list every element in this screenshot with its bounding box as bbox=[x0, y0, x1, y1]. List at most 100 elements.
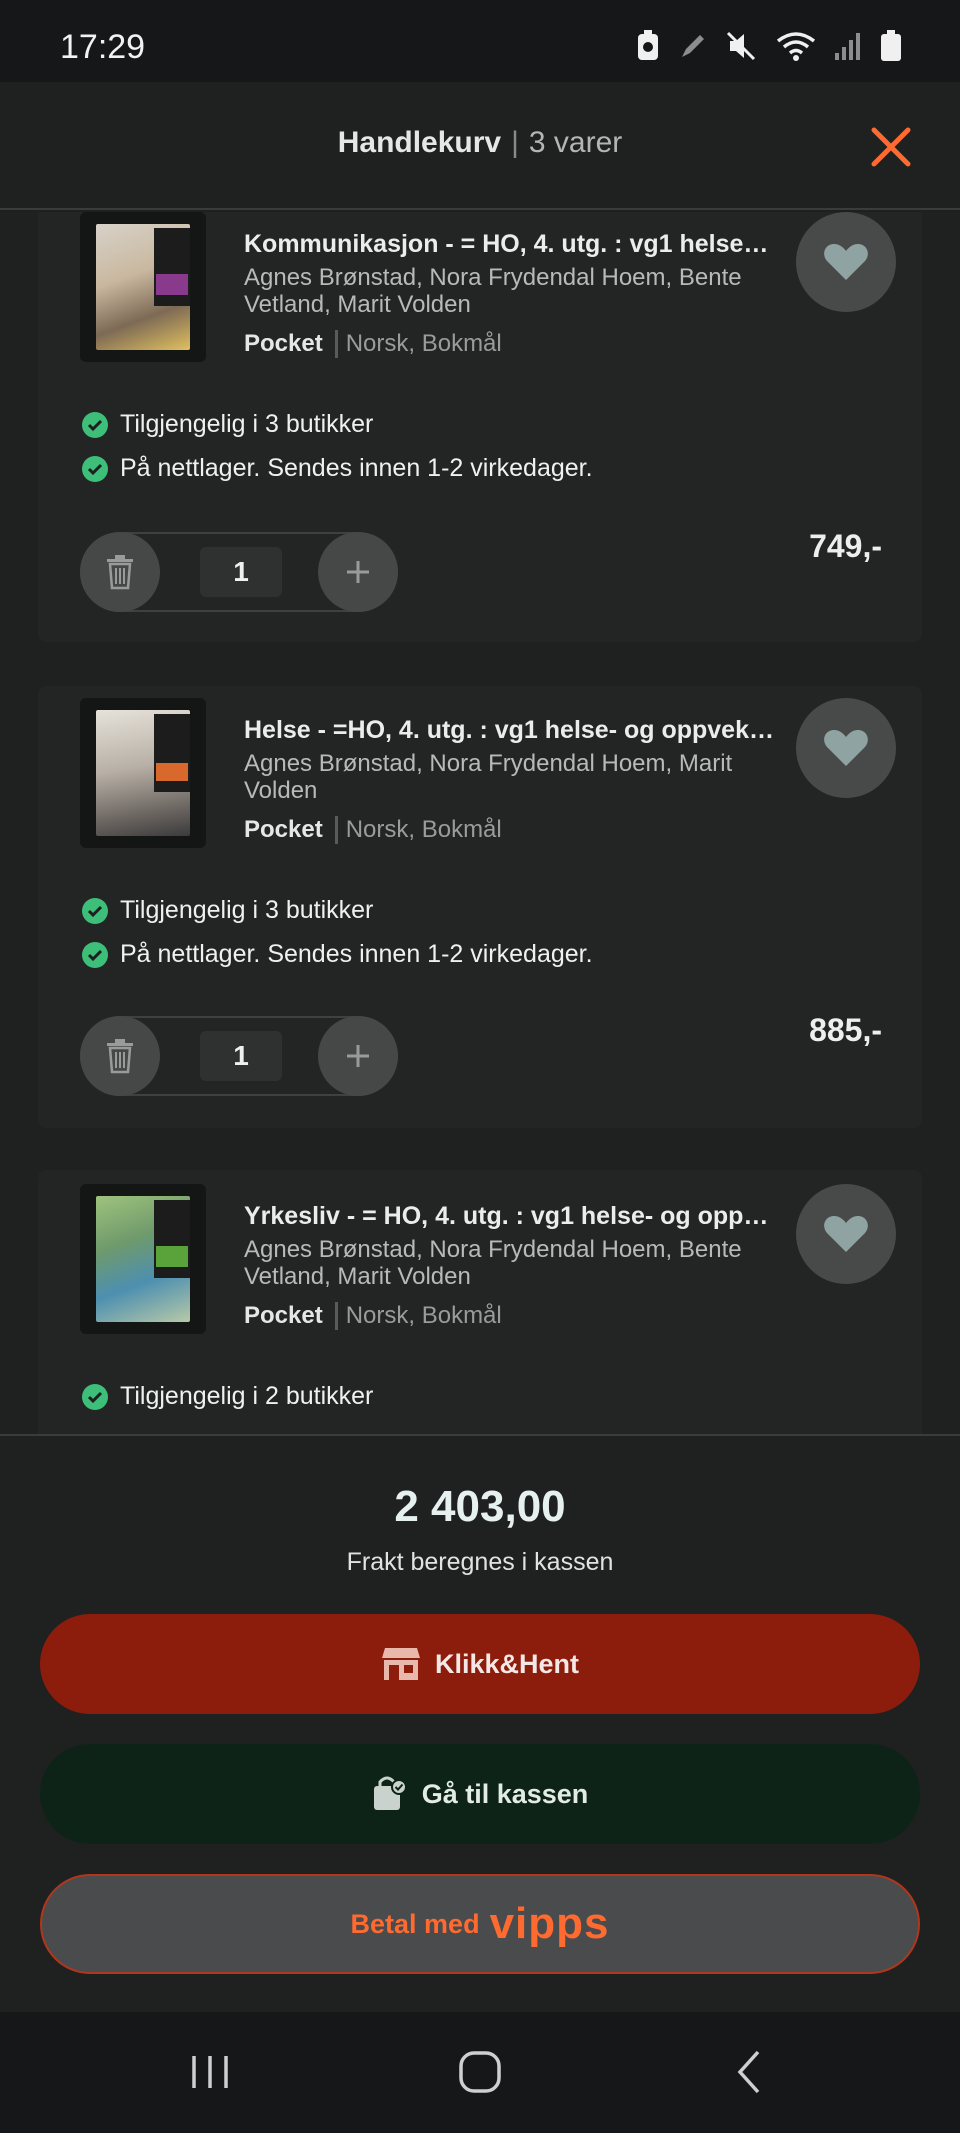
format-separator bbox=[334, 330, 338, 358]
item-format: Pocket bbox=[244, 330, 323, 357]
availability-text: Tilgjengelig i 3 butikker bbox=[120, 896, 374, 924]
checkout-footer: 2 403,00 Frakt beregnes i kassen Klikk&H… bbox=[0, 1434, 960, 2012]
back-icon bbox=[737, 2050, 760, 2094]
cart-total: 2 403,00 bbox=[394, 1482, 566, 1531]
plus-icon bbox=[347, 561, 369, 583]
quantity-value[interactable]: 1 bbox=[200, 547, 282, 597]
heart-icon bbox=[824, 1216, 868, 1252]
checkout-label: Gå til kassen bbox=[421, 1778, 589, 1809]
item-language: Norsk, Bokmål bbox=[345, 816, 502, 843]
quantity-value[interactable]: 1 bbox=[200, 1031, 282, 1081]
item-authors: Agnes Brønstad, Nora Frydendal Hoem, Ben… bbox=[244, 1236, 742, 1290]
heart-icon bbox=[824, 730, 868, 766]
check-icon bbox=[82, 411, 108, 438]
cover-color-stripe bbox=[156, 762, 188, 781]
heart-icon bbox=[824, 244, 868, 280]
increase-quantity-button[interactable] bbox=[318, 1016, 398, 1096]
availability-text: Tilgjengelig i 3 butikker bbox=[120, 410, 374, 438]
status-icons bbox=[636, 30, 902, 67]
item-authors: Agnes Brønstad, Nora Frydendal Hoem, Mar… bbox=[244, 750, 733, 804]
mute-icon bbox=[726, 31, 758, 66]
battery-saver-icon bbox=[636, 30, 660, 67]
check-icon bbox=[82, 1383, 108, 1410]
item-title[interactable]: Yrkesliv - = HO, 4. utg. : vg1 helse- og… bbox=[244, 1202, 774, 1231]
availability-stores: Tilgjengelig i 2 butikker bbox=[82, 1382, 373, 1411]
cover-color-stripe bbox=[156, 274, 188, 295]
availability-web: På nettlager. Sendes innen 1-2 virkedage… bbox=[82, 940, 593, 969]
battery-icon bbox=[880, 30, 902, 67]
klikk-hent-label: Klikk&Hent bbox=[434, 1648, 580, 1679]
store-icon bbox=[381, 1646, 421, 1682]
shipping-note: Frakt beregnes i kassen bbox=[346, 1548, 614, 1576]
page-title: Handlekurv | 3 varer bbox=[0, 126, 960, 160]
item-price: 749,- bbox=[809, 528, 882, 564]
availability-web: På nettlager. Sendes innen 1-2 virkedage… bbox=[82, 454, 593, 483]
klikk-hent-button[interactable]: Klikk&Hent bbox=[40, 1614, 920, 1714]
cover-image bbox=[96, 1196, 190, 1322]
trash-icon bbox=[107, 1039, 133, 1074]
item-language: Norsk, Bokmål bbox=[345, 330, 502, 357]
cart-header: Handlekurv | 3 varer bbox=[0, 82, 960, 210]
shopping-bag-icon bbox=[372, 1776, 408, 1812]
title-separator: | bbox=[511, 126, 519, 159]
book-cover[interactable] bbox=[80, 698, 206, 848]
item-price: 885,- bbox=[809, 1012, 882, 1048]
item-format: Pocket bbox=[244, 1302, 323, 1329]
item-count: 3 varer bbox=[528, 126, 623, 159]
cart-item: Kommunikasjon - = HO, 4. utg. : vg1 hels… bbox=[38, 212, 922, 642]
trash-icon bbox=[107, 555, 133, 590]
item-format-row: Pocket Norsk, Bokmål bbox=[244, 816, 502, 844]
quantity-stepper: 1 bbox=[80, 1016, 398, 1096]
delete-item-button[interactable] bbox=[80, 532, 160, 612]
favorite-button[interactable] bbox=[796, 698, 896, 798]
recent-apps-button[interactable] bbox=[180, 2042, 240, 2102]
cart-item-list[interactable]: Kommunikasjon - = HO, 4. utg. : vg1 hels… bbox=[0, 212, 960, 1434]
wifi-icon bbox=[776, 31, 816, 66]
availability-stores: Tilgjengelig i 3 butikker bbox=[82, 410, 373, 439]
cover-image bbox=[96, 710, 190, 836]
check-icon bbox=[82, 941, 108, 968]
check-icon bbox=[82, 897, 108, 924]
signal-icon bbox=[834, 31, 862, 66]
plus-icon bbox=[347, 1045, 369, 1067]
book-cover[interactable] bbox=[80, 212, 206, 362]
vipps-logo: vipps bbox=[489, 1899, 610, 1948]
vipps-prefix-label: Betal med bbox=[350, 1908, 480, 1939]
status-bar: 17:29 bbox=[0, 0, 960, 82]
item-format: Pocket bbox=[244, 816, 323, 843]
format-separator bbox=[334, 816, 338, 844]
item-format-row: Pocket Norsk, Bokmål bbox=[244, 1302, 502, 1330]
home-button[interactable] bbox=[450, 2042, 510, 2102]
favorite-button[interactable] bbox=[796, 1184, 896, 1284]
item-authors: Agnes Brønstad, Nora Frydendal Hoem, Ben… bbox=[244, 264, 742, 318]
book-cover[interactable] bbox=[80, 1184, 206, 1334]
cover-image bbox=[96, 224, 190, 350]
delete-item-button[interactable] bbox=[80, 1016, 160, 1096]
back-button[interactable] bbox=[720, 2042, 780, 2102]
item-title[interactable]: Kommunikasjon - = HO, 4. utg. : vg1 hels… bbox=[244, 230, 774, 259]
cart-item: Yrkesliv - = HO, 4. utg. : vg1 helse- og… bbox=[38, 1170, 922, 1434]
recent-apps-icon bbox=[192, 2056, 228, 2088]
item-language: Norsk, Bokmål bbox=[345, 1302, 502, 1329]
cover-color-stripe bbox=[156, 1246, 188, 1267]
close-icon bbox=[871, 127, 911, 167]
cart-title: Handlekurv bbox=[337, 126, 502, 159]
close-button[interactable] bbox=[870, 126, 912, 168]
item-title[interactable]: Helse - =HO, 4. utg. : vg1 helse- og opp… bbox=[244, 716, 774, 745]
cart-item: Helse - =HO, 4. utg. : vg1 helse- og opp… bbox=[38, 686, 922, 1128]
increase-quantity-button[interactable] bbox=[318, 532, 398, 612]
checkout-button[interactable]: Gå til kassen bbox=[40, 1744, 920, 1844]
availability-text: På nettlager. Sendes innen 1-2 virkedage… bbox=[120, 454, 593, 482]
format-separator bbox=[334, 1302, 338, 1330]
pen-icon bbox=[678, 31, 708, 66]
pay-with-vipps-button[interactable]: Betal med vipps bbox=[40, 1874, 920, 1974]
availability-stores: Tilgjengelig i 3 butikker bbox=[82, 896, 373, 925]
status-time: 17:29 bbox=[60, 28, 146, 66]
item-format-row: Pocket Norsk, Bokmål bbox=[244, 330, 502, 358]
check-icon bbox=[82, 455, 108, 482]
system-nav-bar bbox=[0, 2012, 960, 2133]
quantity-stepper: 1 bbox=[80, 532, 398, 612]
favorite-button[interactable] bbox=[796, 212, 896, 312]
availability-text: På nettlager. Sendes innen 1-2 virkedage… bbox=[120, 940, 593, 968]
availability-text: Tilgjengelig i 2 butikker bbox=[120, 1382, 374, 1410]
